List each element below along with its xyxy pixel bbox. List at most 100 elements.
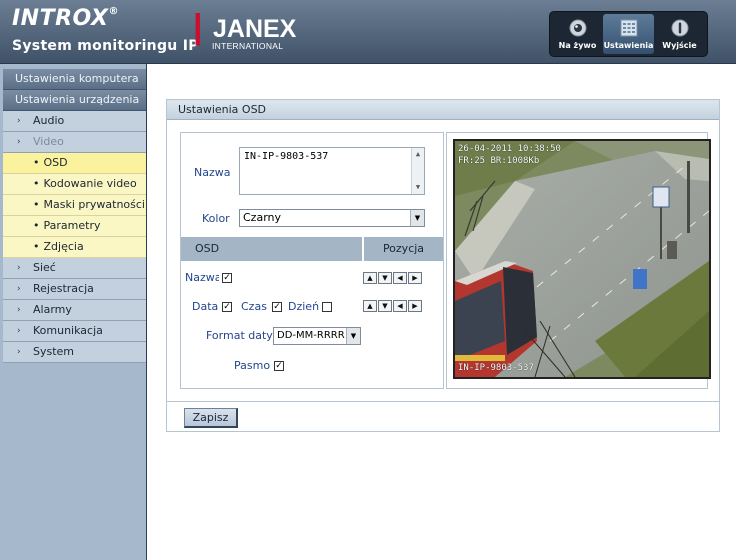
chevron-right-icon: › — [17, 263, 21, 273]
arrow-left-icon[interactable]: ◀ — [393, 300, 407, 312]
top-navigation: Na żywo Ustawienia Wyjście — [549, 11, 708, 57]
chevron-down-icon[interactable]: ▼ — [410, 210, 424, 226]
street-scene-image — [455, 141, 709, 377]
sidebar-subitem-label: Maski prywatności — [43, 198, 146, 211]
bullet-icon: • — [33, 177, 40, 190]
osd-settings-panel: Ustawienia OSD Nazwa IN-IP-9803-537 ▲ ▼ … — [166, 99, 720, 432]
nav-settings-label: Ustawienia — [603, 41, 654, 50]
brand-name: INTROX — [12, 6, 109, 31]
arrow-up-icon[interactable]: ▲ — [363, 300, 377, 312]
osd-table-header: OSD Pozycja — [181, 237, 443, 261]
sidebar-item-network[interactable]: › Sieć — [3, 258, 146, 279]
date-checkbox[interactable]: ✓ — [222, 302, 232, 312]
time-checkbox[interactable]: ✓ — [272, 302, 282, 312]
chevron-right-icon: › — [17, 326, 21, 336]
registered-mark: ® — [108, 6, 119, 17]
sidebar-subitem-encoding[interactable]: • Kodowanie video — [3, 174, 146, 195]
sidebar-item-video[interactable]: › Video — [3, 132, 146, 153]
row-day-label: Dzień — [288, 300, 320, 313]
app-header: INTROX® System monitoringu IP | JANEX IN… — [0, 0, 736, 64]
bullet-icon: • — [33, 156, 40, 169]
nav-exit-button[interactable]: Wyjście — [654, 14, 705, 54]
sidebar-section-device[interactable]: Ustawienia urządzenia — [3, 90, 146, 111]
nav-live-label: Na żywo — [558, 41, 597, 50]
scroll-down-icon[interactable]: ▼ — [412, 181, 424, 194]
nav-settings-button[interactable]: Ustawienia — [603, 14, 654, 54]
chevron-right-icon: › — [17, 116, 21, 126]
nav-live-button[interactable]: Na żywo — [552, 14, 603, 54]
panel-title: Ustawienia OSD — [167, 100, 719, 120]
name-textarea[interactable]: IN-IP-9803-537 ▲ ▼ — [239, 147, 425, 195]
exit-icon — [670, 18, 690, 38]
preview-overlay-bitrate: FR:25 BR:1008Kb — [458, 156, 540, 166]
sidebar-item-alarms[interactable]: › Alarmy — [3, 300, 146, 321]
color-select-value: Czarny — [243, 211, 282, 224]
sidebar-item-audio[interactable]: › Audio — [3, 111, 146, 132]
row-name-label: Nazwa — [185, 271, 219, 284]
sidebar-item-label: Komunikacja — [33, 324, 103, 337]
partner-logo-mark: | — [193, 8, 203, 46]
row-date-label: Data — [192, 300, 219, 313]
sidebar-item-label: Sieć — [33, 261, 56, 274]
date-format-label: Format daty — [206, 329, 273, 342]
partner-logo: | JANEX INTERNATIONAL — [193, 8, 296, 52]
sidebar-item-label: Alarmy — [33, 303, 72, 316]
arrow-left-icon[interactable]: ◀ — [393, 272, 407, 284]
date-format-select[interactable]: DD-MM-RRRR ▼ — [273, 327, 361, 345]
sidebar-item-label: Video — [33, 135, 64, 148]
sidebar-subitem-label: OSD — [43, 156, 68, 169]
color-label: Kolor — [202, 212, 230, 225]
name-position-arrows: ▲ ▼ ◀ ▶ — [363, 272, 422, 284]
arrow-right-icon[interactable]: ▶ — [408, 300, 422, 312]
sidebar-subitem-label: Kodowanie video — [43, 177, 137, 190]
color-select[interactable]: Czarny ▼ — [239, 209, 425, 227]
bullet-icon: • — [33, 198, 40, 211]
date-format-value: DD-MM-RRRR — [277, 330, 345, 341]
chevron-right-icon: › — [17, 305, 21, 315]
sidebar-item-system[interactable]: › System — [3, 342, 146, 363]
save-bar: Zapisz — [167, 401, 719, 431]
arrow-down-icon[interactable]: ▼ — [378, 272, 392, 284]
sidebar-item-label: Rejestracja — [33, 282, 94, 295]
preview-overlay-name: IN-IP-9803-537 — [458, 363, 534, 373]
partner-logo-subtitle: INTERNATIONAL — [212, 41, 284, 51]
band-label: Pasmo — [234, 359, 271, 372]
arrow-right-icon[interactable]: ▶ — [408, 272, 422, 284]
sidebar-section-computer[interactable]: Ustawienia komputera — [3, 69, 146, 90]
chevron-down-icon[interactable]: ▼ — [346, 328, 360, 344]
app-tagline: System monitoringu IP — [12, 38, 199, 54]
band-checkbox[interactable]: ✓ — [274, 361, 284, 371]
camera-icon — [568, 18, 588, 38]
chevron-right-icon: › — [17, 284, 21, 294]
chevron-right-icon: › — [17, 347, 21, 357]
sidebar-subitem-osd[interactable]: • OSD — [3, 153, 146, 174]
sidebar-item-communication[interactable]: › Komunikacja — [3, 321, 146, 342]
name-checkbox[interactable]: ✓ — [222, 273, 232, 283]
scroll-up-icon[interactable]: ▲ — [412, 148, 424, 161]
camera-preview-image: 26-04-2011 10:38:50 FR:25 BR:1008Kb IN-I… — [453, 139, 711, 379]
chevron-right-icon: › — [17, 137, 21, 147]
settings-grid-icon — [619, 18, 639, 38]
partner-logo-name: JANEX — [213, 15, 297, 43]
brand-logo: INTROX® — [12, 6, 119, 31]
sidebar-subitem-privacy-masks[interactable]: • Maski prywatności — [3, 195, 146, 216]
osd-column-header: OSD — [181, 237, 364, 261]
name-label: Nazwa — [194, 166, 231, 179]
name-value: IN-IP-9803-537 — [244, 151, 329, 162]
sidebar-item-label: Audio — [33, 114, 65, 127]
bullet-icon: • — [33, 240, 40, 253]
nav-exit-label: Wyjście — [662, 41, 697, 50]
save-button[interactable]: Zapisz — [184, 408, 238, 428]
sidebar-item-recording[interactable]: › Rejestracja — [3, 279, 146, 300]
day-checkbox[interactable] — [322, 302, 332, 312]
name-scrollbar[interactable]: ▲ ▼ — [411, 148, 424, 194]
sidebar-subitem-label: Zdjęcia — [43, 240, 84, 253]
sidebar-item-label: System — [33, 345, 75, 358]
sidebar-subitem-snapshots[interactable]: • Zdjęcia — [3, 237, 146, 258]
preview-overlay-datetime: 26-04-2011 10:38:50 — [458, 144, 561, 154]
arrow-down-icon[interactable]: ▼ — [378, 300, 392, 312]
row-time-label: Czas — [241, 300, 267, 313]
osd-form: Nazwa IN-IP-9803-537 ▲ ▼ Kolor Czarny ▼ … — [180, 132, 444, 389]
sidebar-subitem-parameters[interactable]: • Parametry — [3, 216, 146, 237]
arrow-up-icon[interactable]: ▲ — [363, 272, 377, 284]
